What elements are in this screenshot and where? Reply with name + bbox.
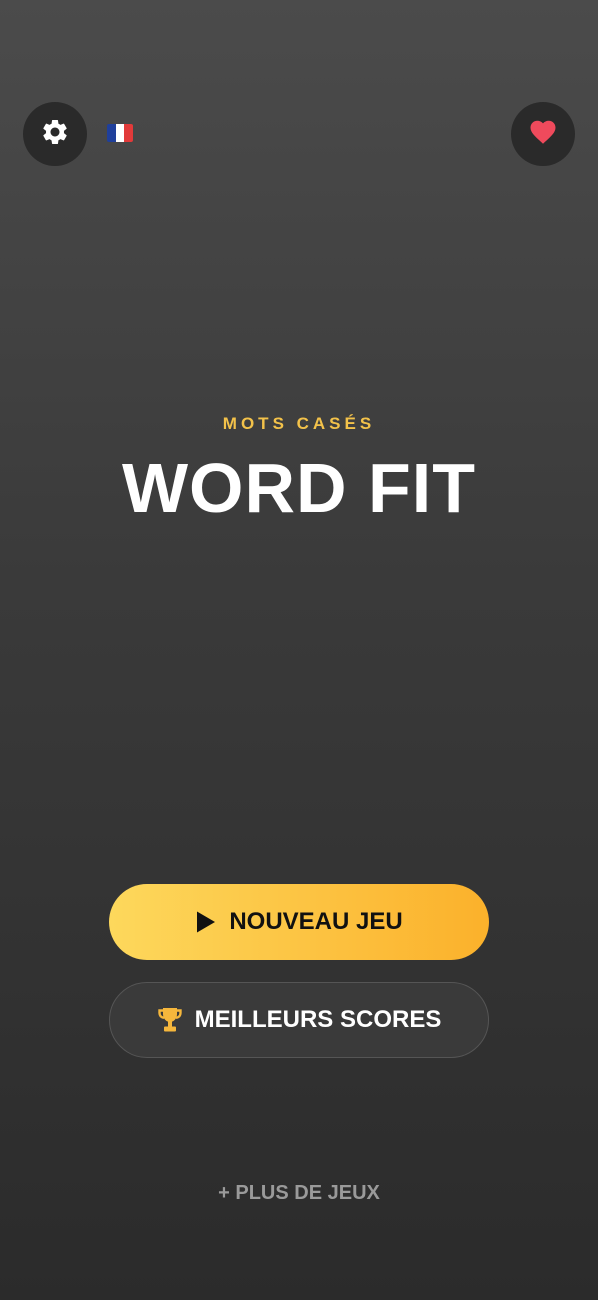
favorite-button[interactable] [511,102,575,166]
heart-icon [528,117,558,152]
new-game-label: NOUVEAU JEU [229,908,403,935]
settings-button[interactable] [23,102,87,166]
language-flag[interactable] [107,124,133,142]
high-scores-label: MEILLEURS SCORES [194,1006,442,1033]
flag-fr-icon-white [115,124,125,142]
game-subtitle: MOTS CASÉS [222,414,376,433]
more-games-link[interactable]: + PLUS DE JEUX [0,1182,598,1205]
gear-icon [40,117,70,152]
new-game-button[interactable]: NOUVEAU JEU [109,884,489,960]
play-icon [195,910,217,934]
trophy-icon [157,1006,183,1034]
flag-fr-icon-blue [107,124,116,142]
flag-fr-icon-red [124,124,133,142]
game-title: WORD FIT [121,449,477,527]
high-scores-button[interactable]: MEILLEURS SCORES [109,982,489,1058]
